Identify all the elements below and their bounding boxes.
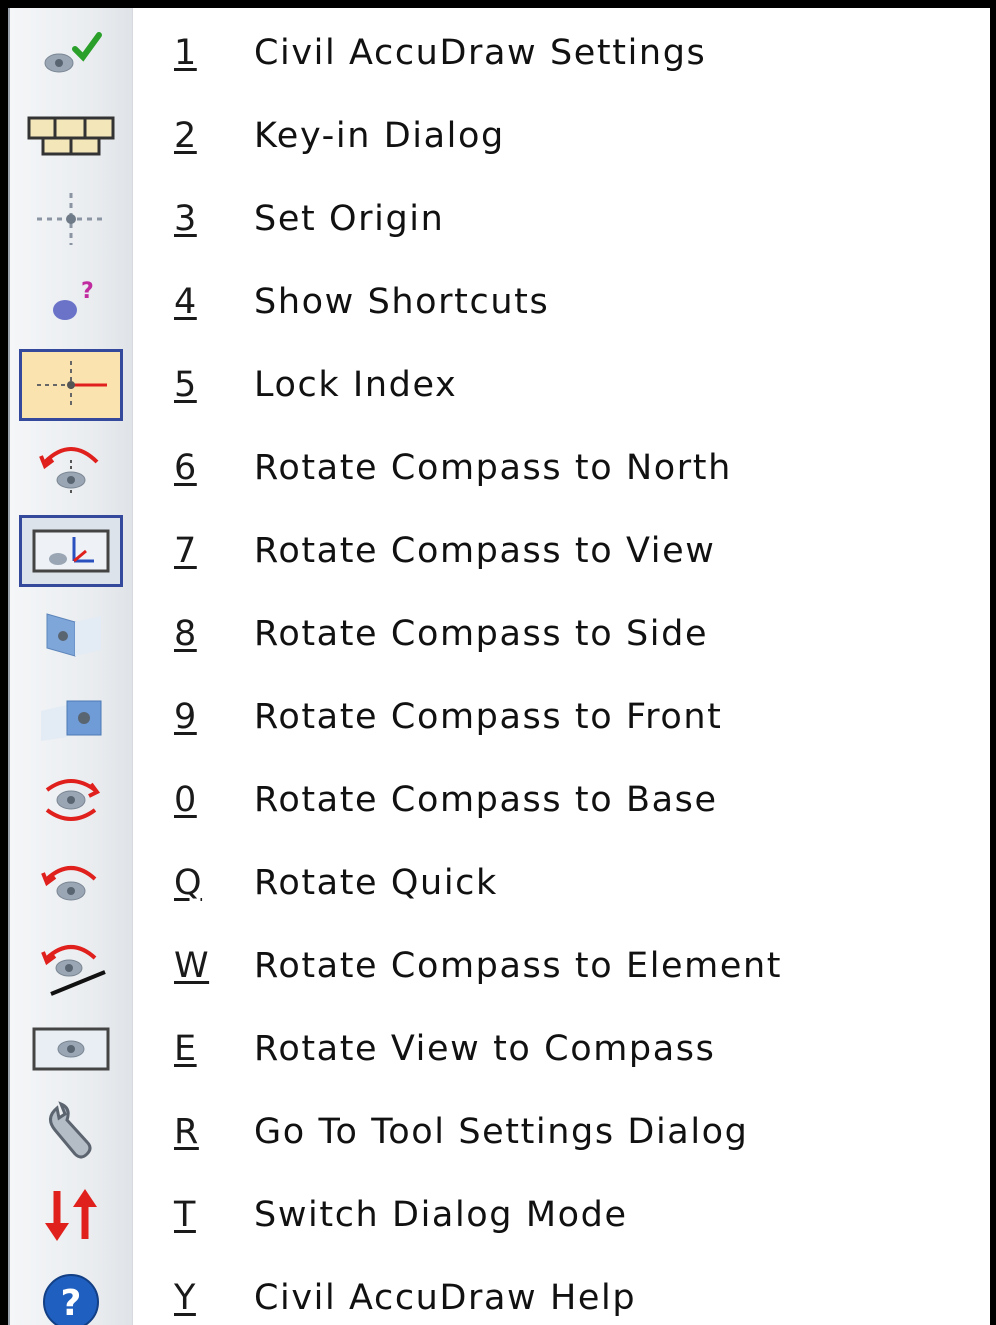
menu-item-show-shortcuts[interactable]: ? 4 Show Shortcuts — [10, 261, 990, 343]
menu-item-key: W — [174, 946, 210, 986]
menu-item-key: 9 — [174, 697, 197, 737]
rotate-quick-icon — [19, 847, 123, 919]
menu-item-civil-accudraw-settings[interactable]: 1 Civil AccuDraw Settings — [10, 12, 990, 94]
rotate-side-icon — [19, 598, 123, 670]
rotate-view-to-compass-icon — [19, 1013, 123, 1085]
menu-item-label: Show Shortcuts — [254, 282, 550, 322]
menu-item-rotate-compass-to-base[interactable]: 0 Rotate Compass to Base — [10, 759, 990, 841]
rotate-view-icon — [19, 515, 123, 587]
origin-crosshair-icon — [19, 183, 123, 255]
menu-item-label: Rotate Quick — [254, 863, 498, 903]
menu-item-key: E — [174, 1029, 197, 1069]
keyboard-icon — [19, 100, 123, 172]
svg-text:?: ? — [61, 1283, 82, 1324]
menu-item-rotate-compass-to-north[interactable]: 6 Rotate Compass to North — [10, 427, 990, 509]
menu-item-key: T — [174, 1195, 196, 1235]
menu-item-key: 0 — [174, 780, 197, 820]
menu-item-key: 1 — [174, 33, 197, 73]
menu-item-rotate-compass-to-front[interactable]: 9 Rotate Compass to Front — [10, 676, 990, 758]
menu-item-label: Civil AccuDraw Help — [254, 1278, 637, 1318]
menu-item-label: Set Origin — [254, 199, 445, 239]
menu-item-label: Rotate Compass to Base — [254, 780, 718, 820]
menu-item-lock-index[interactable]: 5 Lock Index — [10, 344, 990, 426]
rotate-north-icon — [19, 432, 123, 504]
menu-item-label: Rotate Compass to Element — [254, 946, 783, 986]
settings-check-icon — [19, 17, 123, 89]
accudraw-shortcuts-menu: 1 Civil AccuDraw Settings 2 Key-in Dialo… — [8, 8, 990, 1325]
menu-item-rotate-compass-to-side[interactable]: 8 Rotate Compass to Side — [10, 593, 990, 675]
rotate-front-icon — [19, 681, 123, 753]
menu-item-rotate-compass-to-view[interactable]: 7 Rotate Compass to View — [10, 510, 990, 592]
menu-item-key: 3 — [174, 199, 197, 239]
rotate-base-icon — [19, 764, 123, 836]
menu-item-key: 4 — [174, 282, 197, 322]
menu-item-set-origin[interactable]: 3 Set Origin — [10, 178, 990, 260]
menu-item-key-in-dialog[interactable]: 2 Key-in Dialog — [10, 95, 990, 177]
menu-item-key: 2 — [174, 116, 197, 156]
shortcuts-question-icon: ? — [19, 266, 123, 338]
menu-item-label: Rotate Compass to View — [254, 531, 716, 571]
menu-item-icon-cell — [10, 12, 132, 94]
menu-item-rotate-quick[interactable]: Q Rotate Quick — [10, 842, 990, 924]
menu-item-label: Rotate View to Compass — [254, 1029, 716, 1069]
menu-item-key: 5 — [174, 365, 197, 405]
help-icon: ? — [19, 1262, 123, 1325]
menu-item-key: 8 — [174, 614, 197, 654]
menu-item-label: Switch Dialog Mode — [254, 1195, 628, 1235]
lock-index-icon — [19, 349, 123, 421]
menu-item-label: Rotate Compass to Side — [254, 614, 709, 654]
menu-item-key: Q — [174, 863, 203, 903]
menu-item-civil-accudraw-help[interactable]: ? Y Civil AccuDraw Help — [10, 1257, 990, 1325]
menu-item-key: Y — [174, 1278, 196, 1318]
menu-item-go-to-tool-settings-dialog[interactable]: R Go To Tool Settings Dialog — [10, 1091, 990, 1173]
menu-item-label: Civil AccuDraw Settings — [254, 33, 707, 73]
menu-item-rotate-view-to-compass[interactable]: E Rotate View to Compass — [10, 1008, 990, 1090]
menu-item-label: Key-in Dialog — [254, 116, 505, 156]
svg-text:?: ? — [81, 279, 94, 304]
rotate-element-icon — [19, 930, 123, 1002]
menu-item-rotate-compass-to-element[interactable]: W Rotate Compass to Element — [10, 925, 990, 1007]
menu-item-key: 7 — [174, 531, 197, 571]
menu-item-key: 6 — [174, 448, 197, 488]
menu-item-switch-dialog-mode[interactable]: T Switch Dialog Mode — [10, 1174, 990, 1256]
switch-arrows-icon — [19, 1179, 123, 1251]
menu-item-label: Rotate Compass to Front — [254, 697, 723, 737]
menu-item-label: Lock Index — [254, 365, 458, 405]
menu-item-label: Go To Tool Settings Dialog — [254, 1112, 749, 1152]
menu-item-key: R — [174, 1112, 199, 1152]
menu-item-label: Rotate Compass to North — [254, 448, 732, 488]
tool-settings-wrench-icon — [19, 1096, 123, 1168]
